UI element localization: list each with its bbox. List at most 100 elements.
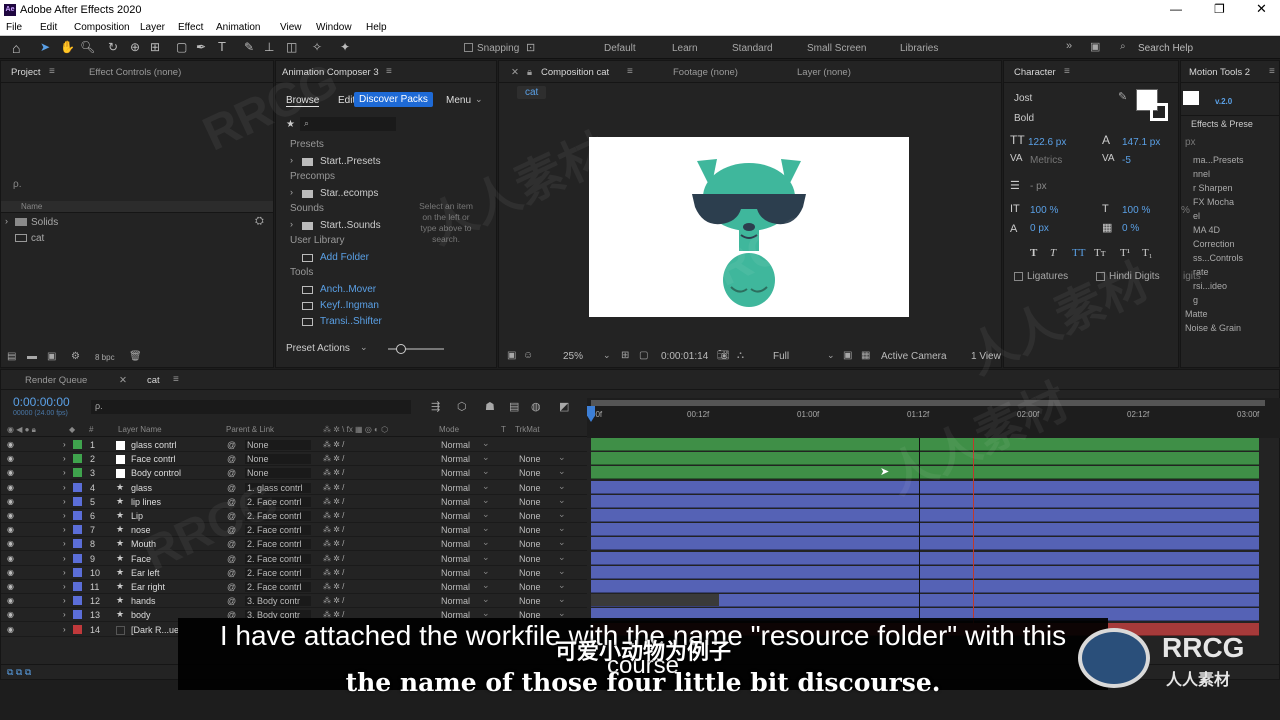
pick-whip-icon[interactable]: @ xyxy=(227,596,236,606)
magnification-dropdown[interactable]: 25% xyxy=(563,351,583,362)
layer-row[interactable]: ◉ › 4 ★ glass @1. glass contrl ⁂ ✲ / Normal ⌄ Non… xyxy=(1,481,587,495)
sync-icon[interactable]: ▣ xyxy=(1090,40,1100,53)
track-matte-dropdown[interactable]: None xyxy=(519,539,541,549)
grid-icon[interactable]: ⊞ xyxy=(621,350,629,361)
blend-mode-dropdown[interactable]: Normal xyxy=(441,468,470,478)
layer-duration-bar[interactable] xyxy=(591,523,1259,537)
maximize-button[interactable]: ❐ xyxy=(1214,2,1225,16)
layer-label-color[interactable] xyxy=(73,496,82,506)
composer-item[interactable]: Keyf..Ingman xyxy=(290,299,394,313)
layer-row[interactable]: ◉ › 11 ★ Ear right @2. Face contrl ⁂ ✲ / Normal… xyxy=(1,580,587,594)
layer-switches[interactable]: ⁂ ✲ / xyxy=(323,596,344,605)
column-name[interactable]: Name xyxy=(21,202,42,211)
project-item[interactable]: › Solids xyxy=(5,215,273,229)
camera-dropdown[interactable]: Active Camera xyxy=(881,351,947,362)
blend-mode-dropdown[interactable]: Normal xyxy=(441,454,470,464)
menu-window[interactable]: Window xyxy=(316,22,352,33)
menu-dropdown[interactable]: Menu xyxy=(446,95,471,106)
pick-whip-icon[interactable]: @ xyxy=(227,468,236,478)
toggle-switches-icon[interactable]: ⧉ ⧉ ⧉ xyxy=(7,667,31,678)
track-matte-dropdown[interactable]: None xyxy=(519,596,541,606)
track-matte-dropdown[interactable]: None xyxy=(519,554,541,564)
effect-category[interactable]: nnel xyxy=(1193,169,1210,179)
eye-icon[interactable]: ◉ xyxy=(7,554,14,563)
pick-whip-icon[interactable]: @ xyxy=(227,582,236,592)
track-matte-dropdown[interactable]: None xyxy=(519,497,541,507)
col-layer-name[interactable]: Layer Name xyxy=(118,425,162,434)
eye-icon[interactable]: ◉ xyxy=(7,582,14,591)
menu-icon[interactable]: ≡ xyxy=(1064,66,1070,77)
snapping-checkbox[interactable] xyxy=(464,43,473,52)
menu-icon[interactable]: ≡ xyxy=(627,66,633,77)
layer-switches[interactable]: ⁂ ✲ / xyxy=(323,497,344,506)
ligatures-checkbox[interactable] xyxy=(1014,272,1023,281)
pick-whip-icon[interactable]: @ xyxy=(227,454,236,464)
motion-tools-swatch[interactable] xyxy=(1183,91,1199,105)
channel-icon[interactable]: ⛬ xyxy=(737,350,744,361)
faux-italic-button[interactable]: T xyxy=(1050,247,1056,259)
menu-animation[interactable]: Animation xyxy=(216,22,260,33)
layer-switches[interactable]: ⁂ ✲ / xyxy=(323,582,344,591)
tab-effects-presets[interactable]: Effects & Prese xyxy=(1191,119,1253,129)
subscript-button[interactable]: T₁ xyxy=(1142,247,1153,259)
search-help-field[interactable]: Search Help xyxy=(1138,43,1193,54)
selection-tool-icon[interactable]: ➤ xyxy=(40,40,50,54)
leading-field[interactable]: 147.1 px xyxy=(1122,137,1160,148)
expand-chevron-icon[interactable]: › xyxy=(63,497,66,506)
track-matte-dropdown[interactable]: None xyxy=(519,582,541,592)
blend-mode-dropdown[interactable]: Normal xyxy=(441,539,470,549)
font-size-field[interactable]: 122.6 px xyxy=(1028,137,1066,148)
eyedropper-icon[interactable]: ✎ xyxy=(1118,90,1127,103)
rotate-tool-icon[interactable]: ↻ xyxy=(108,40,118,54)
layer-switches[interactable]: ⁂ ✲ / xyxy=(323,525,344,534)
effect-category[interactable]: rsi...ideo xyxy=(1193,281,1227,291)
composer-item[interactable]: › Start..Sounds xyxy=(290,219,394,233)
zoom-tool-icon[interactable]: 🔍︎ xyxy=(80,40,95,54)
home-icon[interactable]: ⌂ xyxy=(12,40,20,56)
layer-switches[interactable]: ⁂ ✲ / xyxy=(323,440,344,449)
blend-mode-dropdown[interactable]: Normal xyxy=(441,497,470,507)
expand-chevron-icon[interactable]: › xyxy=(63,582,66,591)
effect-category[interactable]: ma...Presets xyxy=(1193,155,1244,165)
eye-icon[interactable]: ◉ xyxy=(7,468,14,477)
horizontal-scale-field[interactable]: 100 % xyxy=(1122,205,1150,216)
type-tool-icon[interactable]: T xyxy=(218,39,226,54)
clone-tool-icon[interactable]: ⊥ xyxy=(264,40,274,54)
effect-category[interactable]: Correction xyxy=(1193,239,1235,249)
tab-project[interactable]: Project xyxy=(11,67,41,78)
layer-label-color[interactable] xyxy=(73,482,82,492)
pick-whip-icon[interactable]: @ xyxy=(227,554,236,564)
expand-chevron-icon[interactable]: › xyxy=(63,610,66,619)
preset-actions-dropdown[interactable]: Preset Actions xyxy=(286,343,350,354)
workspace-default[interactable]: Default xyxy=(604,43,636,54)
close-tab-icon[interactable]: ✕ xyxy=(119,375,127,386)
tsume-field[interactable]: 0 % xyxy=(1122,223,1139,234)
effect-category[interactable]: ss...Controls xyxy=(1193,253,1243,263)
workspace-learn[interactable]: Learn xyxy=(672,43,698,54)
snap-options-icon[interactable]: ⊡ xyxy=(526,41,535,54)
blend-mode-dropdown[interactable]: Normal xyxy=(441,483,470,493)
minimize-button[interactable]: — xyxy=(1170,2,1182,16)
composer-item[interactable]: Transi..Shifter xyxy=(290,315,394,329)
region-icon[interactable]: ▢ xyxy=(639,350,648,361)
layer-name[interactable]: glass xyxy=(131,483,152,493)
effect-category[interactable]: g xyxy=(1193,295,1198,305)
tab-timeline-cat[interactable]: cat xyxy=(147,375,160,386)
layer-label-color[interactable] xyxy=(73,440,82,449)
tab-layer[interactable]: Layer (none) xyxy=(797,67,851,78)
eye-icon[interactable]: ◉ xyxy=(7,497,14,506)
adjust-icon[interactable]: ⚙ xyxy=(71,351,80,362)
layer-row[interactable]: ◉ › 10 ★ Ear left @2. Face contrl ⁂ ✲ / Normal ⌄… xyxy=(1,566,587,580)
layer-name[interactable]: Body control xyxy=(131,468,181,478)
menu-help[interactable]: Help xyxy=(366,22,387,33)
comp-breadcrumb[interactable]: cat xyxy=(517,86,547,99)
composer-search-input[interactable]: ⌕ xyxy=(300,117,396,131)
layer-duration-bar[interactable] xyxy=(591,551,1259,565)
fast-preview-icon[interactable]: ▣ xyxy=(507,350,516,361)
layer-label-color[interactable] xyxy=(73,539,82,549)
blend-mode-dropdown[interactable]: Normal xyxy=(441,596,470,606)
shy-layers-icon[interactable]: ☗ xyxy=(485,400,495,413)
mask-visibility-icon[interactable]: ☺ xyxy=(523,350,533,361)
blend-mode-dropdown[interactable]: Normal xyxy=(441,511,470,521)
expand-chevron-icon[interactable]: › xyxy=(63,596,66,605)
